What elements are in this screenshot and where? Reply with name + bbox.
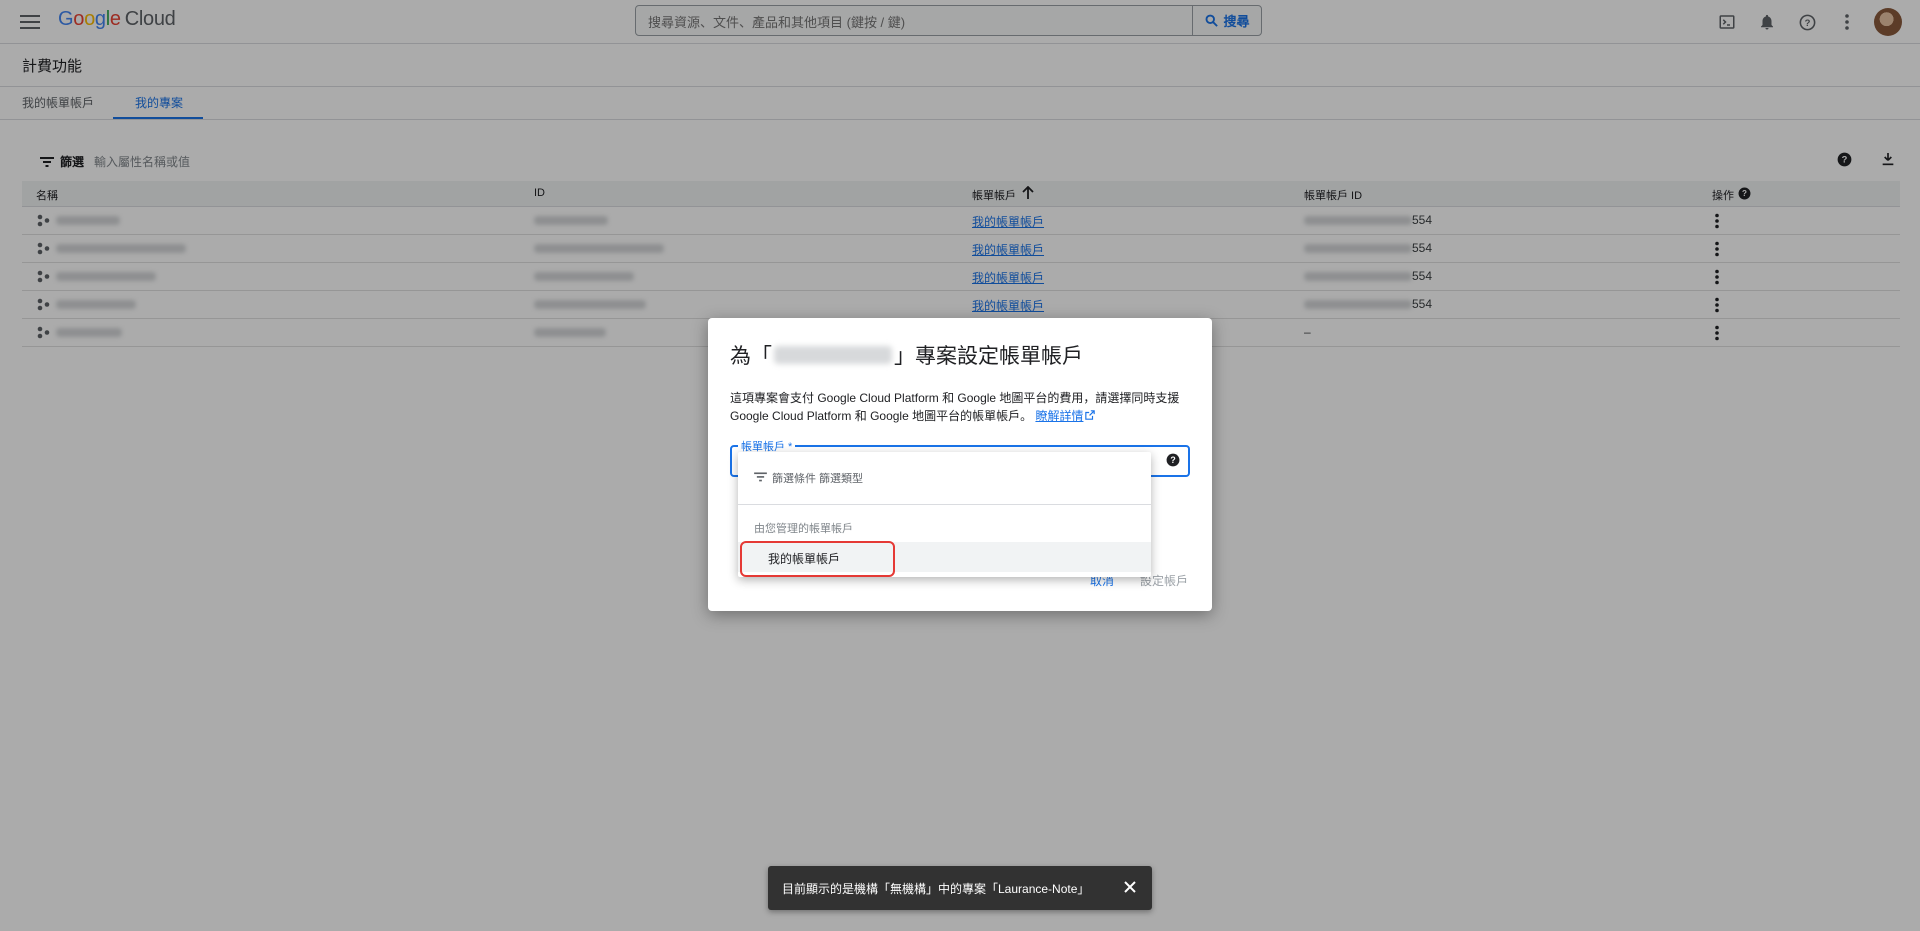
dialog-description-text: 這項專案會支付 Google Cloud Platform 和 Google 地… bbox=[730, 391, 1180, 423]
dropdown-group-label: 由您管理的帳單帳戶 bbox=[754, 523, 853, 535]
filter-icon bbox=[754, 472, 767, 482]
learn-more-link[interactable]: 瞭解詳情 bbox=[1035, 409, 1096, 423]
snackbar: 目前顯示的是機構「無機構」中的專案「Laurance-Note」 bbox=[768, 866, 1152, 910]
dialog-title-prefix: 為「 bbox=[730, 345, 772, 368]
dialog-title: 為「 」專案設定帳單帳戶 bbox=[730, 340, 1083, 370]
dialog-description: 這項專案會支付 Google Cloud Platform 和 Google 地… bbox=[730, 389, 1192, 425]
dialog-title-suffix: 」專案設定帳單帳戶 bbox=[894, 345, 1083, 368]
dropdown-filter-placeholder: 篩選條件 篩選類型 bbox=[772, 473, 864, 485]
project-name-redacted bbox=[774, 346, 892, 364]
snackbar-text: 目前顯示的是機構「無機構」中的專案「Laurance-Note」 bbox=[782, 882, 1090, 896]
learn-more-label: 瞭解詳情 bbox=[1035, 409, 1084, 423]
help-icon[interactable]: ? bbox=[1166, 453, 1180, 467]
dropdown-filter[interactable]: 篩選條件 篩選類型 bbox=[738, 452, 1151, 505]
highlight-box bbox=[740, 541, 895, 577]
close-icon[interactable] bbox=[1122, 879, 1138, 895]
svg-text:?: ? bbox=[1170, 455, 1175, 465]
external-link-icon bbox=[1085, 410, 1096, 420]
